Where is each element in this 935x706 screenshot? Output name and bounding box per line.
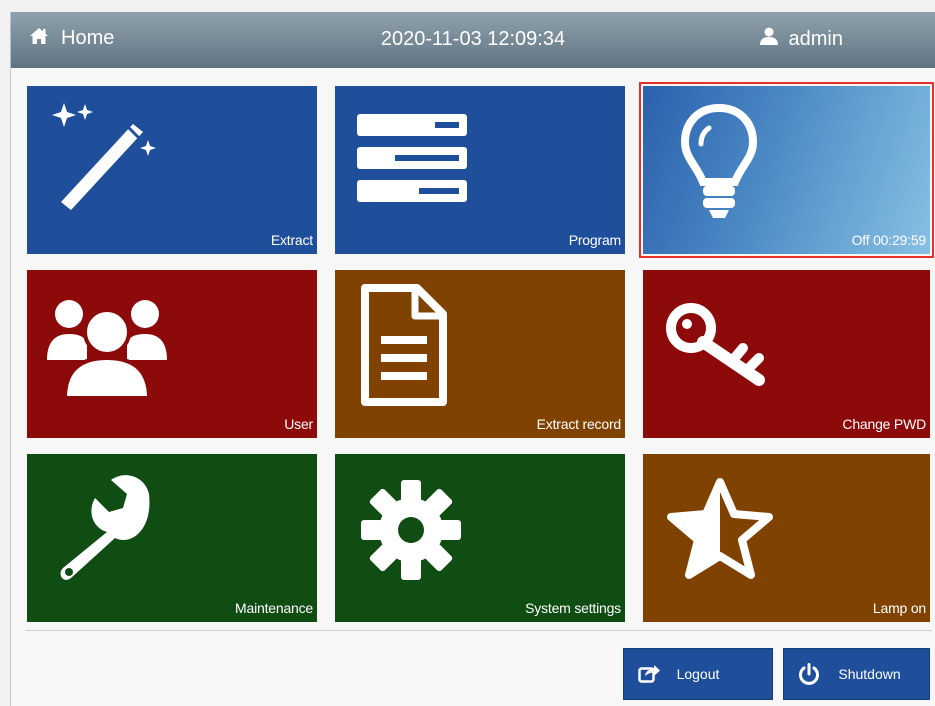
program-list-icon [357,114,467,209]
home-label: Home [61,27,115,49]
tile-label: Lamp on [872,600,926,616]
tile-change-password[interactable]: Change PWD [643,270,930,438]
tile-label: Maintenance [235,600,313,616]
shutdown-button[interactable]: Shutdown [783,648,930,700]
tile-label: User [284,416,313,432]
tile-lamp-status[interactable]: Off 00:29:59 [639,82,934,258]
user-menu[interactable]: admin [759,26,843,52]
wrench-icon [49,472,159,587]
tile-lamp-on[interactable]: Lamp on [643,454,930,622]
logout-button[interactable]: Logout [623,648,773,700]
tile-maintenance[interactable]: Maintenance [27,454,317,622]
document-icon [359,282,449,413]
tile-label: Extract [270,232,313,248]
logout-label: Logout [676,666,720,682]
tile-label: Extract record [536,416,622,432]
tile-label: System settings [525,600,621,616]
divider [25,630,932,631]
tile-extract[interactable]: Extract [27,86,317,254]
home-icon [29,27,49,50]
tile-system-settings[interactable]: System settings [335,454,625,622]
home-button[interactable]: Home [29,27,114,50]
light-bulb-icon [679,102,759,227]
user-icon [759,26,779,52]
magic-wand-icon [51,102,171,217]
gear-icon [359,478,463,587]
top-bar: Home 2020-11-03 12:09:34 admin [10,12,935,68]
shutdown-label: Shutdown [838,666,901,682]
half-star-icon [665,476,775,587]
tile-extract-record[interactable]: Extract record [335,270,625,438]
username: admin [788,27,843,50]
tile-program[interactable]: Program [335,86,625,254]
lamp-timer: Off 00:29:59 [851,232,927,248]
tile-user[interactable]: User [27,270,317,438]
users-icon [47,290,167,405]
key-icon [663,298,773,393]
tile-label: Change PWD [842,416,926,432]
main-menu: Extract Program Off 00:29:59 User Extrac… [10,68,935,706]
tile-label: Program [568,232,621,248]
